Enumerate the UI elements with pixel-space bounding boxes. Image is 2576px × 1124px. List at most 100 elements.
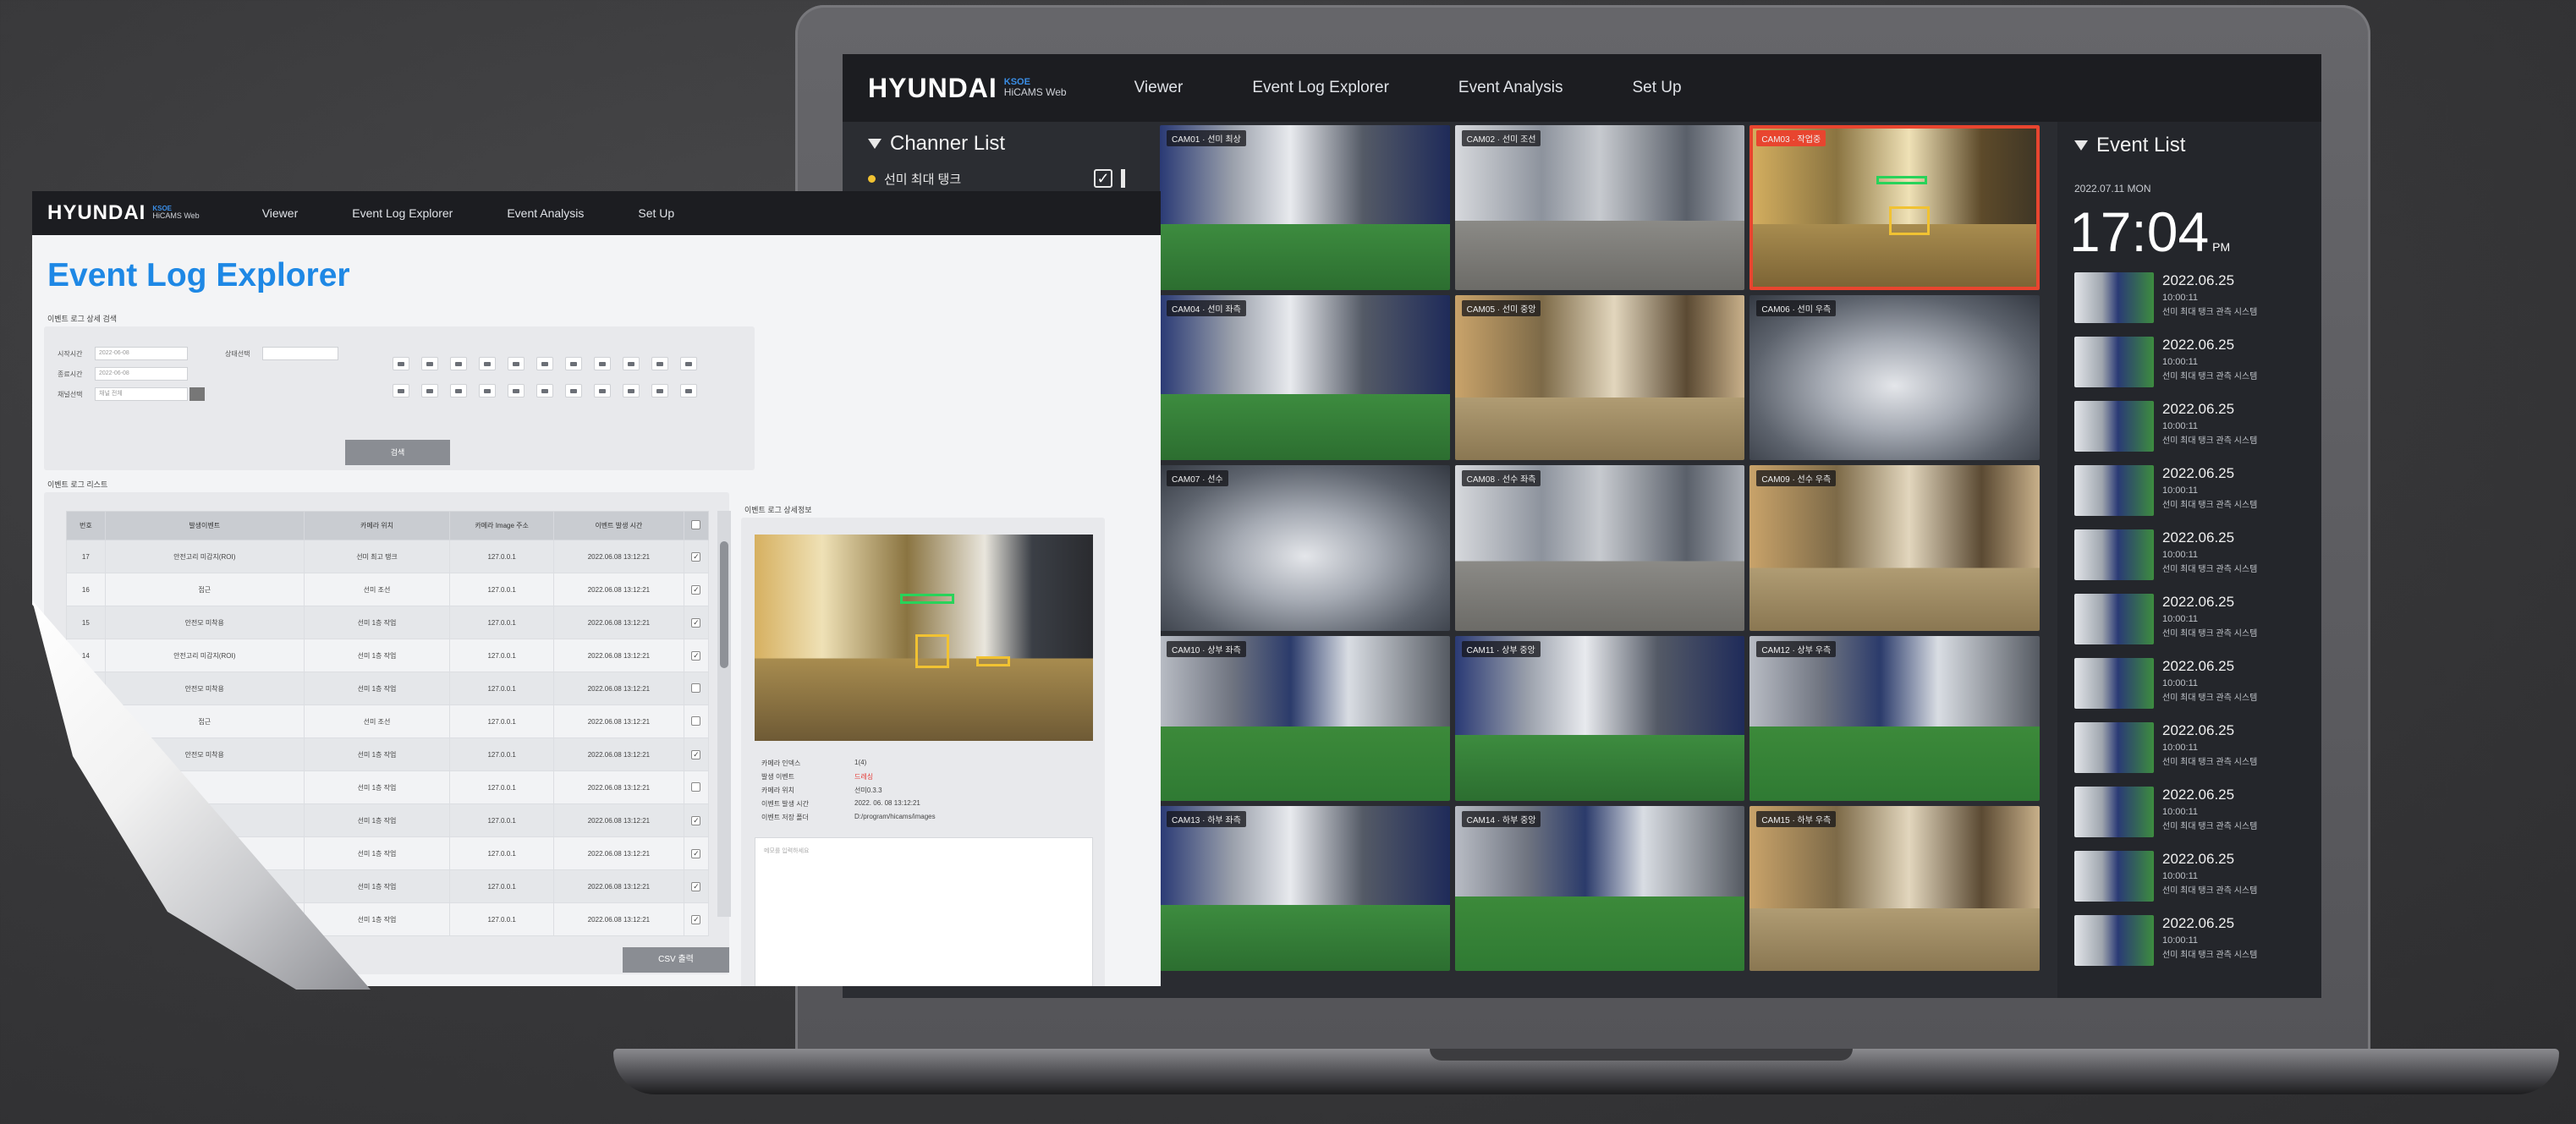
nav-event-analysis[interactable]: Event Analysis bbox=[507, 206, 584, 220]
select-all-checkbox[interactable] bbox=[691, 520, 701, 529]
event-type-icon[interactable] bbox=[594, 384, 611, 398]
event-type-icon[interactable] bbox=[393, 357, 409, 370]
event-type-icon[interactable] bbox=[508, 384, 525, 398]
event-type-icon[interactable] bbox=[623, 357, 640, 370]
channel-checkbox[interactable]: ✓ bbox=[1094, 169, 1112, 188]
row-checkbox[interactable]: ✓ bbox=[691, 551, 701, 562]
row-checkbox[interactable]: ✓ bbox=[691, 650, 701, 661]
camera-tile[interactable]: CAM13 · 하부 좌측 bbox=[1160, 805, 1450, 971]
start-date-input[interactable]: 2022-06-08 bbox=[95, 347, 188, 360]
save-button[interactable]: 저장 bbox=[1019, 1101, 1125, 1124]
camera-tile[interactable]: CAM09 · 선수 우측 bbox=[1749, 465, 2040, 631]
select-all-header[interactable] bbox=[683, 511, 710, 540]
event-list-item[interactable]: 2022.06.25 10:00:11 선미 최대 탱크 관측 시스템 bbox=[2074, 594, 2321, 658]
channel-select[interactable]: 채널 전체 bbox=[95, 387, 188, 401]
camera-tile[interactable]: CAM12 · 상부 우측 bbox=[1749, 635, 2040, 801]
event-type-icon[interactable] bbox=[536, 384, 553, 398]
row-checkbox[interactable] bbox=[691, 781, 701, 792]
event-type-icon[interactable] bbox=[393, 384, 409, 398]
event-list-item[interactable]: 2022.06.25 10:00:11 선미 최대 탱크 관측 시스템 bbox=[2074, 658, 2321, 722]
brand-logo[interactable]: HYUNDAI KSOE HiCAMS Web bbox=[868, 73, 1067, 104]
channel-scroll-handle[interactable] bbox=[1121, 169, 1125, 188]
event-thumbnail bbox=[2074, 658, 2154, 709]
event-list-item[interactable]: 2022.06.25 10:00:11 선미 최대 탱크 관측 시스템 bbox=[2074, 915, 2321, 979]
event-list-item[interactable]: 2022.06.25 10:00:11 선미 최대 탱크 관측 시스템 bbox=[2074, 465, 2321, 529]
nav-viewer[interactable]: Viewer bbox=[262, 206, 299, 220]
column-header[interactable]: 번호 bbox=[66, 511, 106, 540]
chevron-down-icon[interactable] bbox=[189, 387, 205, 401]
row-checkbox[interactable]: ✓ bbox=[691, 617, 701, 628]
table-row[interactable]: 15 안전모 미착용 선미 1층 작업 127.0.0.1 2022.06.08 13:… bbox=[66, 606, 710, 639]
table-row[interactable]: 17 안전고리 미감지(ROI) 선미 최고 탱크 127.0.0.1 2022.06.… bbox=[66, 540, 710, 573]
event-list-item[interactable]: 2022.06.25 10:00:11 선미 최대 탱크 관측 시스템 bbox=[2074, 787, 2321, 851]
camera-tile[interactable]: CAM14 · 하부 중앙 bbox=[1454, 805, 1745, 971]
row-checkbox[interactable]: ✓ bbox=[691, 914, 701, 924]
table-row[interactable]: 16 접근 선미 조선 127.0.0.1 2022.06.08 13:12:21 ✓ bbox=[66, 573, 710, 606]
camera-tile[interactable]: CAM02 · 선미 조선 bbox=[1454, 125, 1745, 291]
event-type-icon[interactable] bbox=[623, 384, 640, 398]
camera-tile[interactable]: CAM07 · 선수 bbox=[1160, 465, 1450, 631]
event-type-icon[interactable] bbox=[651, 357, 668, 370]
nav-event-log-explorer[interactable]: Event Log Explorer bbox=[352, 206, 453, 220]
event-type-icon[interactable] bbox=[680, 384, 697, 398]
event-list-item[interactable]: 2022.06.25 10:00:11 선미 최대 탱크 관측 시스템 bbox=[2074, 337, 2321, 401]
column-header[interactable]: 카메라 위치 bbox=[303, 511, 451, 540]
event-list-item[interactable]: 2022.06.25 10:00:11 선미 최대 탱크 관측 시스템 bbox=[2074, 851, 2321, 915]
status-select[interactable] bbox=[262, 347, 338, 360]
end-date-input[interactable]: 2022-06-08 bbox=[95, 367, 188, 381]
row-checkbox[interactable]: ✓ bbox=[691, 881, 701, 891]
event-type-icon[interactable] bbox=[450, 357, 467, 370]
row-checkbox[interactable] bbox=[691, 716, 701, 726]
event-type-icon[interactable] bbox=[536, 357, 553, 370]
nav-event-analysis[interactable]: Event Analysis bbox=[1458, 79, 1563, 97]
camera-tile[interactable]: CAM10 · 상부 좌측 bbox=[1160, 635, 1450, 801]
camera-tile[interactable]: CAM08 · 선수 좌측 bbox=[1454, 465, 1745, 631]
column-header[interactable]: 발생이벤트 bbox=[104, 511, 305, 540]
table-scroll-thumb[interactable] bbox=[720, 541, 728, 668]
row-checkbox[interactable]: ✓ bbox=[691, 584, 701, 595]
event-list-item[interactable]: 2022.06.25 10:00:11 선미 최대 탱크 관측 시스템 bbox=[2074, 722, 2321, 787]
camera-tile[interactable]: CAM05 · 선미 중앙 bbox=[1454, 295, 1745, 461]
table-row[interactable]: 12접근선미 조선127.0.0.12022.06.08 13:12:21 bbox=[66, 705, 710, 738]
table-row[interactable]: 6 선미 1층 작업 127.0.0.1 2022.06.08 13:12:21 ✓ bbox=[66, 902, 710, 936]
column-header[interactable]: 카메라 Image 주소 bbox=[449, 511, 554, 540]
event-type-icon[interactable] bbox=[421, 357, 438, 370]
event-type-icon[interactable] bbox=[651, 384, 668, 398]
nav-set-up[interactable]: Set Up bbox=[1632, 79, 1681, 97]
event-type-icon[interactable] bbox=[565, 357, 582, 370]
row-checkbox[interactable]: ✓ bbox=[691, 749, 701, 759]
row-checkbox[interactable]: ✓ bbox=[691, 848, 701, 858]
row-checkbox[interactable]: ✓ bbox=[691, 815, 701, 825]
camera-tile-alert[interactable]: CAM03 · 작업중 bbox=[1749, 125, 2040, 291]
csv-export-button[interactable]: CSV 출력 bbox=[623, 947, 729, 973]
camera-tile[interactable]: CAM01 · 선미 최상 bbox=[1160, 125, 1450, 291]
camera-tile[interactable]: CAM15 · 하부 우측 bbox=[1749, 805, 2040, 971]
table-row[interactable]: 14 안전고리 미감지(ROI) 선미 1층 작업 127.0.0.1 2022.06.… bbox=[66, 639, 710, 672]
channel-item[interactable]: 선미 최대 탱크 ✓ bbox=[868, 167, 1125, 189]
event-list-item[interactable]: 2022.06.25 10:00:11 선미 최대 탱크 관측 시스템 bbox=[2074, 272, 2321, 337]
search-button[interactable]: 검색 bbox=[345, 440, 450, 465]
camera-tile[interactable]: CAM06 · 선미 우측 bbox=[1749, 295, 2040, 461]
event-type-icon[interactable] bbox=[565, 384, 582, 398]
camera-tile[interactable]: CAM04 · 선미 좌측 bbox=[1160, 295, 1450, 461]
event-type-icon[interactable] bbox=[479, 357, 496, 370]
event-type-icon[interactable] bbox=[594, 357, 611, 370]
nav-event-log-explorer[interactable]: Event Log Explorer bbox=[1252, 79, 1389, 97]
event-type-icon[interactable] bbox=[680, 357, 697, 370]
column-header[interactable]: 이벤트 발생 시간 bbox=[552, 511, 684, 540]
brand-logo[interactable]: HYUNDAI KSOE HiCAMS Web bbox=[47, 201, 200, 225]
camera-tile[interactable]: CAM11 · 상부 중앙 bbox=[1454, 635, 1745, 801]
event-type-icon[interactable] bbox=[508, 357, 525, 370]
nav-viewer[interactable]: Viewer bbox=[1134, 79, 1184, 97]
event-type-icon[interactable] bbox=[479, 384, 496, 398]
event-list-item[interactable]: 2022.06.25 10:00:11 선미 최대 탱크 관측 시스템 bbox=[2074, 401, 2321, 465]
row-checkbox[interactable] bbox=[691, 683, 701, 693]
event-type-icon[interactable] bbox=[421, 384, 438, 398]
event-list-item[interactable]: 2022.06.25 10:00:11 선미 최대 탱크 관측 시스템 bbox=[2074, 529, 2321, 594]
channel-list-title[interactable]: Channer List bbox=[868, 132, 1140, 156]
event-list-title[interactable]: Event List bbox=[2074, 134, 2321, 157]
table-row[interactable]: 13안전모 미착용선미 1층 작업127.0.0.12022.06.08 13:… bbox=[66, 672, 710, 705]
nav-set-up[interactable]: Set Up bbox=[638, 206, 674, 220]
event-type-icon[interactable] bbox=[450, 384, 467, 398]
table-scrollbar[interactable] bbox=[717, 511, 731, 917]
